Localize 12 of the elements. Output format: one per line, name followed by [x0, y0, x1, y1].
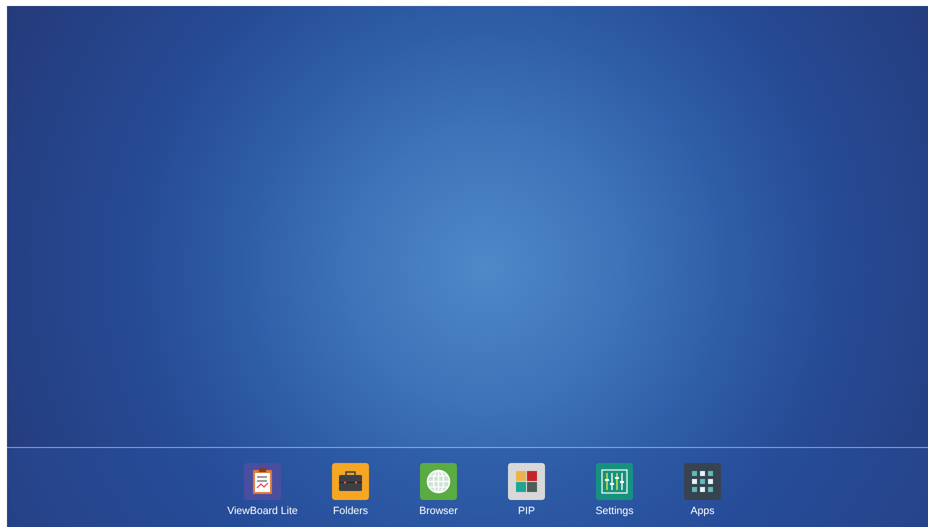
briefcase-icon[interactable]: [332, 463, 369, 500]
grid-icon[interactable]: [684, 463, 721, 500]
pip-icon[interactable]: [508, 463, 545, 500]
app-label[interactable]: Folders: [332, 505, 368, 517]
app-label[interactable]: Apps: [690, 505, 714, 517]
app-label[interactable]: Settings: [596, 505, 634, 517]
sliders-icon[interactable]: [596, 463, 633, 500]
globe-icon[interactable]: [420, 463, 457, 500]
clipboard-icon[interactable]: [244, 463, 281, 500]
app-label[interactable]: PIP: [518, 505, 535, 517]
app-label[interactable]: Browser: [419, 505, 458, 517]
app-label[interactable]: ViewBoard Lite: [227, 505, 298, 517]
